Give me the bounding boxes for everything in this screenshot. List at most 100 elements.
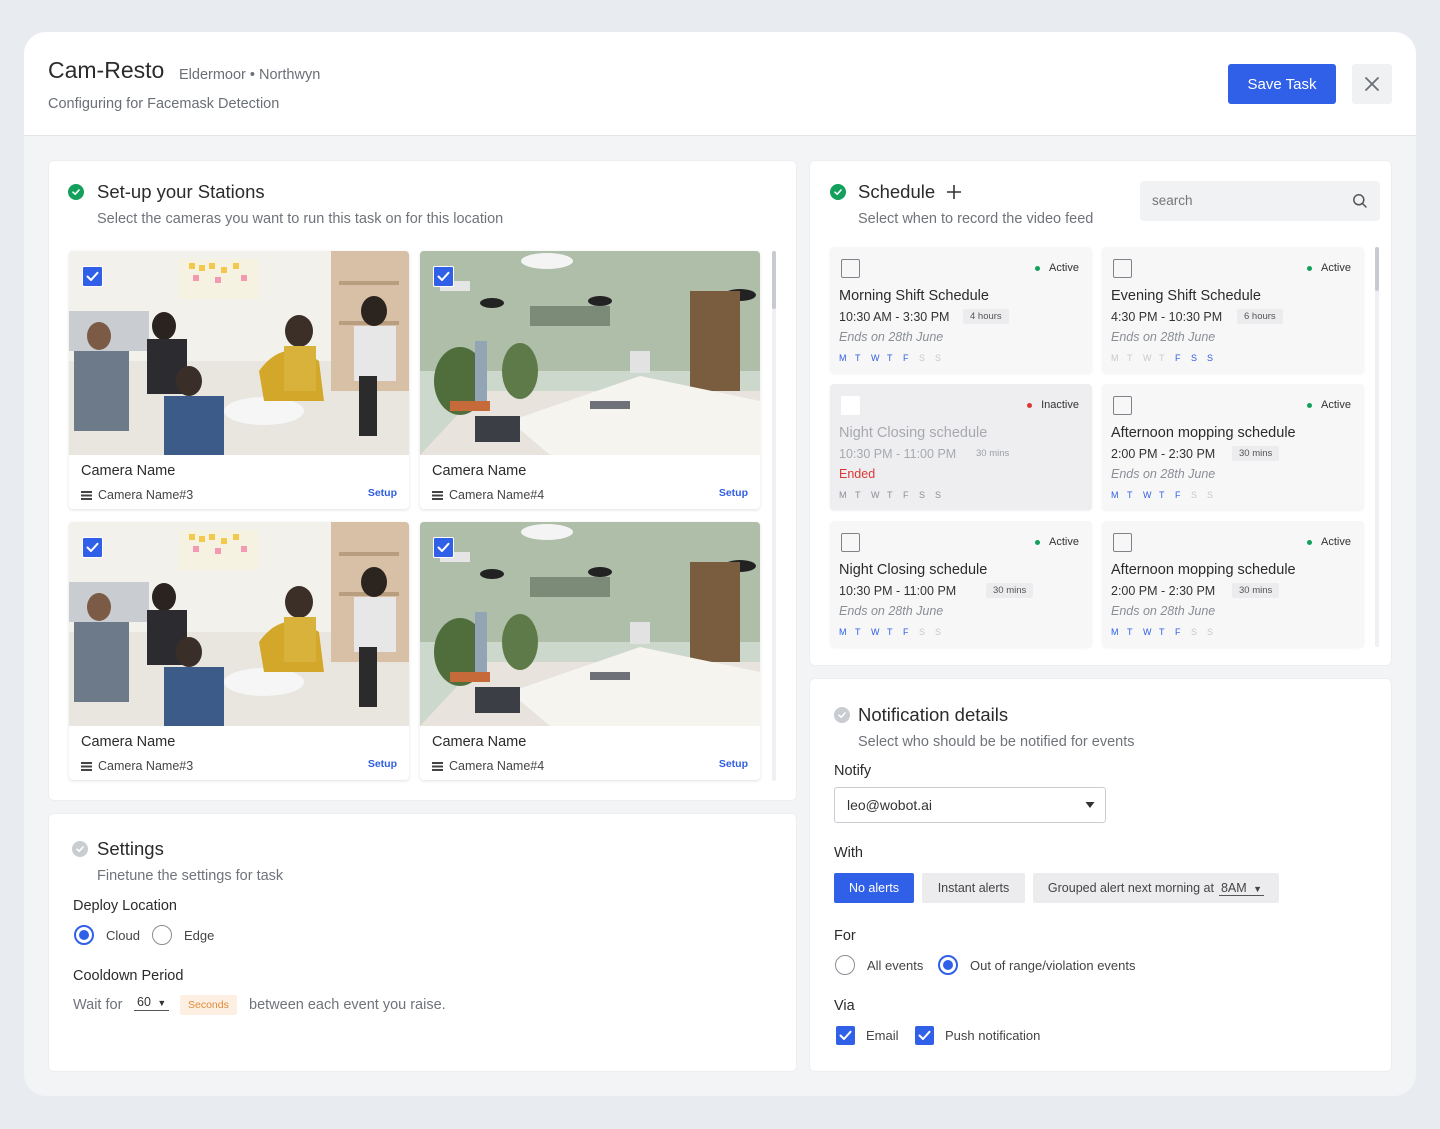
schedule-checkbox[interactable] <box>841 259 860 278</box>
cooldown-label: Cooldown Period <box>73 968 184 984</box>
status-text: Active <box>1321 399 1351 411</box>
check-icon <box>86 271 99 281</box>
schedule-card: Schedule Select when to record the video… <box>809 160 1392 666</box>
day-indicator: F <box>1175 490 1181 500</box>
list-icon <box>432 490 443 500</box>
notification-check-icon <box>834 707 850 723</box>
email-checkbox[interactable]: Email <box>836 1026 899 1045</box>
schedule-title: Schedule <box>858 181 936 202</box>
radio-selected[interactable] <box>938 955 958 975</box>
list-icon <box>81 761 92 771</box>
camera-sub-name: Camera Name#4 <box>449 759 545 773</box>
stations-scrollbar[interactable] <box>772 251 776 781</box>
day-indicator: S <box>935 627 942 637</box>
wait-for-text: Wait for <box>73 997 123 1013</box>
camera-sub-label: Camera Name#4 <box>432 488 544 502</box>
camera-select-checkbox[interactable] <box>82 537 103 558</box>
radio-selected[interactable] <box>74 925 94 945</box>
camera-name: Camera Name <box>81 463 176 479</box>
search-input[interactable] <box>1152 193 1332 208</box>
camera-setup-link[interactable]: Setup <box>719 487 748 499</box>
camera-name: Camera Name <box>81 734 176 750</box>
save-task-button[interactable]: Save Task <box>1228 64 1336 104</box>
no-alerts-button[interactable]: No alerts <box>834 873 914 903</box>
violation-events-radio[interactable]: Out of range/violation events <box>938 955 1136 975</box>
schedule-card[interactable]: Inactive Night Closing schedule 10:30 PM… <box>830 384 1092 510</box>
via-label: Via <box>834 998 855 1014</box>
day-indicator: T <box>855 490 861 500</box>
day-indicator: M <box>1111 353 1119 363</box>
day-indicator: W <box>871 353 880 363</box>
checkbox-checked[interactable] <box>836 1026 855 1045</box>
status-dot <box>1307 539 1313 545</box>
day-indicator: T <box>1159 490 1165 500</box>
schedule-card[interactable]: Active Morning Shift Schedule 10:30 AM -… <box>830 247 1092 373</box>
instant-alerts-button[interactable]: Instant alerts <box>922 873 1025 903</box>
camera-tile[interactable]: Camera Name Camera Name#3 Setup <box>69 522 409 780</box>
notify-select[interactable]: leo@wobot.ai <box>834 787 1106 823</box>
grouped-alert-button[interactable]: Grouped alert next morning at 8AM ▼ <box>1033 873 1279 903</box>
schedule-scrollbar-thumb[interactable] <box>1375 247 1379 291</box>
day-indicator: T <box>887 353 893 363</box>
schedule-time: 4:30 PM - 10:30 PM <box>1111 310 1223 324</box>
camera-tile[interactable]: Camera Name Camera Name#3 Setup <box>69 251 409 509</box>
radio-unselected[interactable] <box>835 955 855 975</box>
camera-setup-link[interactable]: Setup <box>368 487 397 499</box>
camera-tile[interactable]: Camera Name Camera Name#4 Setup <box>420 251 760 509</box>
schedule-end: Ends on 28th June <box>839 604 944 618</box>
schedule-card[interactable]: Active Night Closing schedule 10:30 PM -… <box>830 521 1092 647</box>
schedule-checkbox[interactable] <box>841 396 860 415</box>
schedule-checkbox[interactable] <box>1113 533 1132 552</box>
camera-setup-link[interactable]: Setup <box>719 758 748 770</box>
grouped-time-select[interactable]: 8AM ▼ <box>1218 881 1265 896</box>
check-icon <box>437 271 450 281</box>
deploy-edge-radio[interactable]: Edge <box>152 925 214 945</box>
stations-subtitle: Select the cameras you want to run this … <box>97 211 504 227</box>
schedule-card[interactable]: Active Afternoon mopping schedule 2:00 P… <box>1102 384 1364 510</box>
status-text: Active <box>1321 536 1351 548</box>
checkbox-checked[interactable] <box>915 1026 934 1045</box>
schedule-card[interactable]: Active Afternoon mopping schedule 2:00 P… <box>1102 521 1364 647</box>
schedule-checkbox[interactable] <box>1113 396 1132 415</box>
stations-header: Set-up your Stations <box>68 181 265 203</box>
stations-title: Set-up your Stations <box>97 181 265 202</box>
schedule-checkbox[interactable] <box>1113 259 1132 278</box>
push-notification-checkbox[interactable]: Push notification <box>915 1026 1040 1045</box>
day-indicator: S <box>935 353 942 363</box>
camera-sub-name: Camera Name#3 <box>98 759 194 773</box>
radio-unselected[interactable] <box>152 925 172 945</box>
schedule-title: Night Closing schedule <box>839 562 988 578</box>
schedule-scrollbar[interactable] <box>1375 247 1379 647</box>
day-indicator: S <box>935 490 942 500</box>
schedule-checkbox[interactable] <box>841 533 860 552</box>
camera-sub-name: Camera Name#4 <box>449 488 545 502</box>
search-icon[interactable] <box>1352 193 1368 209</box>
duration-badge: 30 mins <box>976 448 1010 459</box>
camera-select-checkbox[interactable] <box>433 537 454 558</box>
caret-down-icon <box>1085 802 1095 808</box>
page-title: Cam-Resto <box>48 57 165 83</box>
deploy-cloud-radio[interactable]: Cloud <box>74 925 140 945</box>
all-events-radio[interactable]: All events <box>835 955 923 975</box>
status-text: Active <box>1049 536 1079 548</box>
day-indicator: W <box>1143 490 1152 500</box>
stations-scrollbar-thumb[interactable] <box>772 251 776 309</box>
camera-tile[interactable]: Camera Name Camera Name#4 Setup <box>420 522 760 780</box>
camera-select-checkbox[interactable] <box>82 266 103 287</box>
camera-select-checkbox[interactable] <box>433 266 454 287</box>
schedule-card[interactable]: Active Evening Shift Schedule 4:30 PM - … <box>1102 247 1364 373</box>
add-schedule-icon[interactable] <box>946 184 962 200</box>
notify-label: Notify <box>834 763 872 779</box>
cooldown-select[interactable]: 60 ▼ <box>134 995 170 1011</box>
close-button[interactable] <box>1352 64 1392 104</box>
day-indicator: F <box>903 490 909 500</box>
camera-setup-link[interactable]: Setup <box>368 758 397 770</box>
modal-header: Cam-Resto Eldermoor • Northwyn Configuri… <box>24 32 1416 136</box>
schedule-title: Morning Shift Schedule <box>839 288 989 304</box>
page-subtitle: Configuring for Facemask Detection <box>48 96 280 112</box>
list-icon <box>432 761 443 771</box>
schedule-search[interactable] <box>1140 181 1380 221</box>
day-indicator: S <box>919 353 926 363</box>
day-indicator: M <box>839 627 847 637</box>
notification-title: Notification details <box>858 704 1009 725</box>
